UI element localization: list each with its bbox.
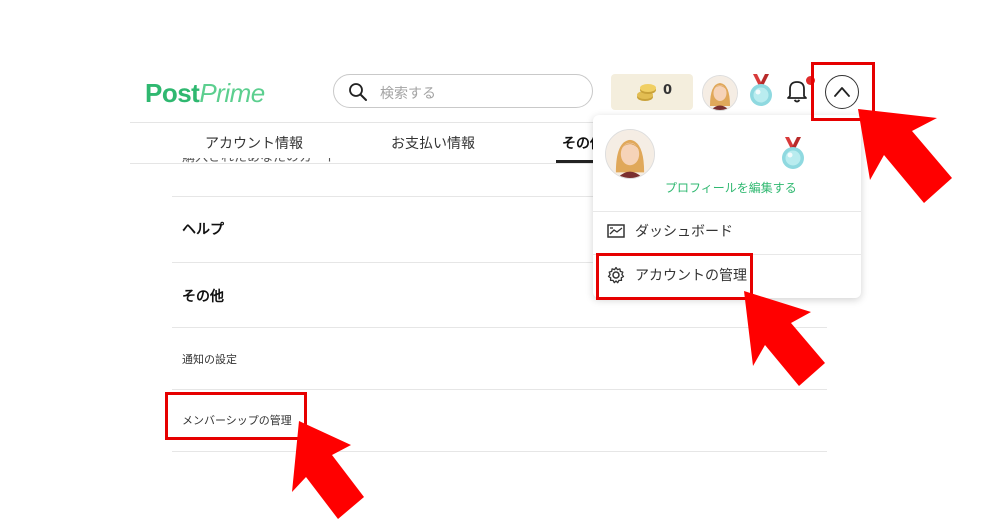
annotation-arrows (292, 109, 952, 519)
arrow-account-management (744, 291, 825, 386)
arrow-toggle (858, 109, 952, 203)
arrow-membership (292, 421, 364, 519)
